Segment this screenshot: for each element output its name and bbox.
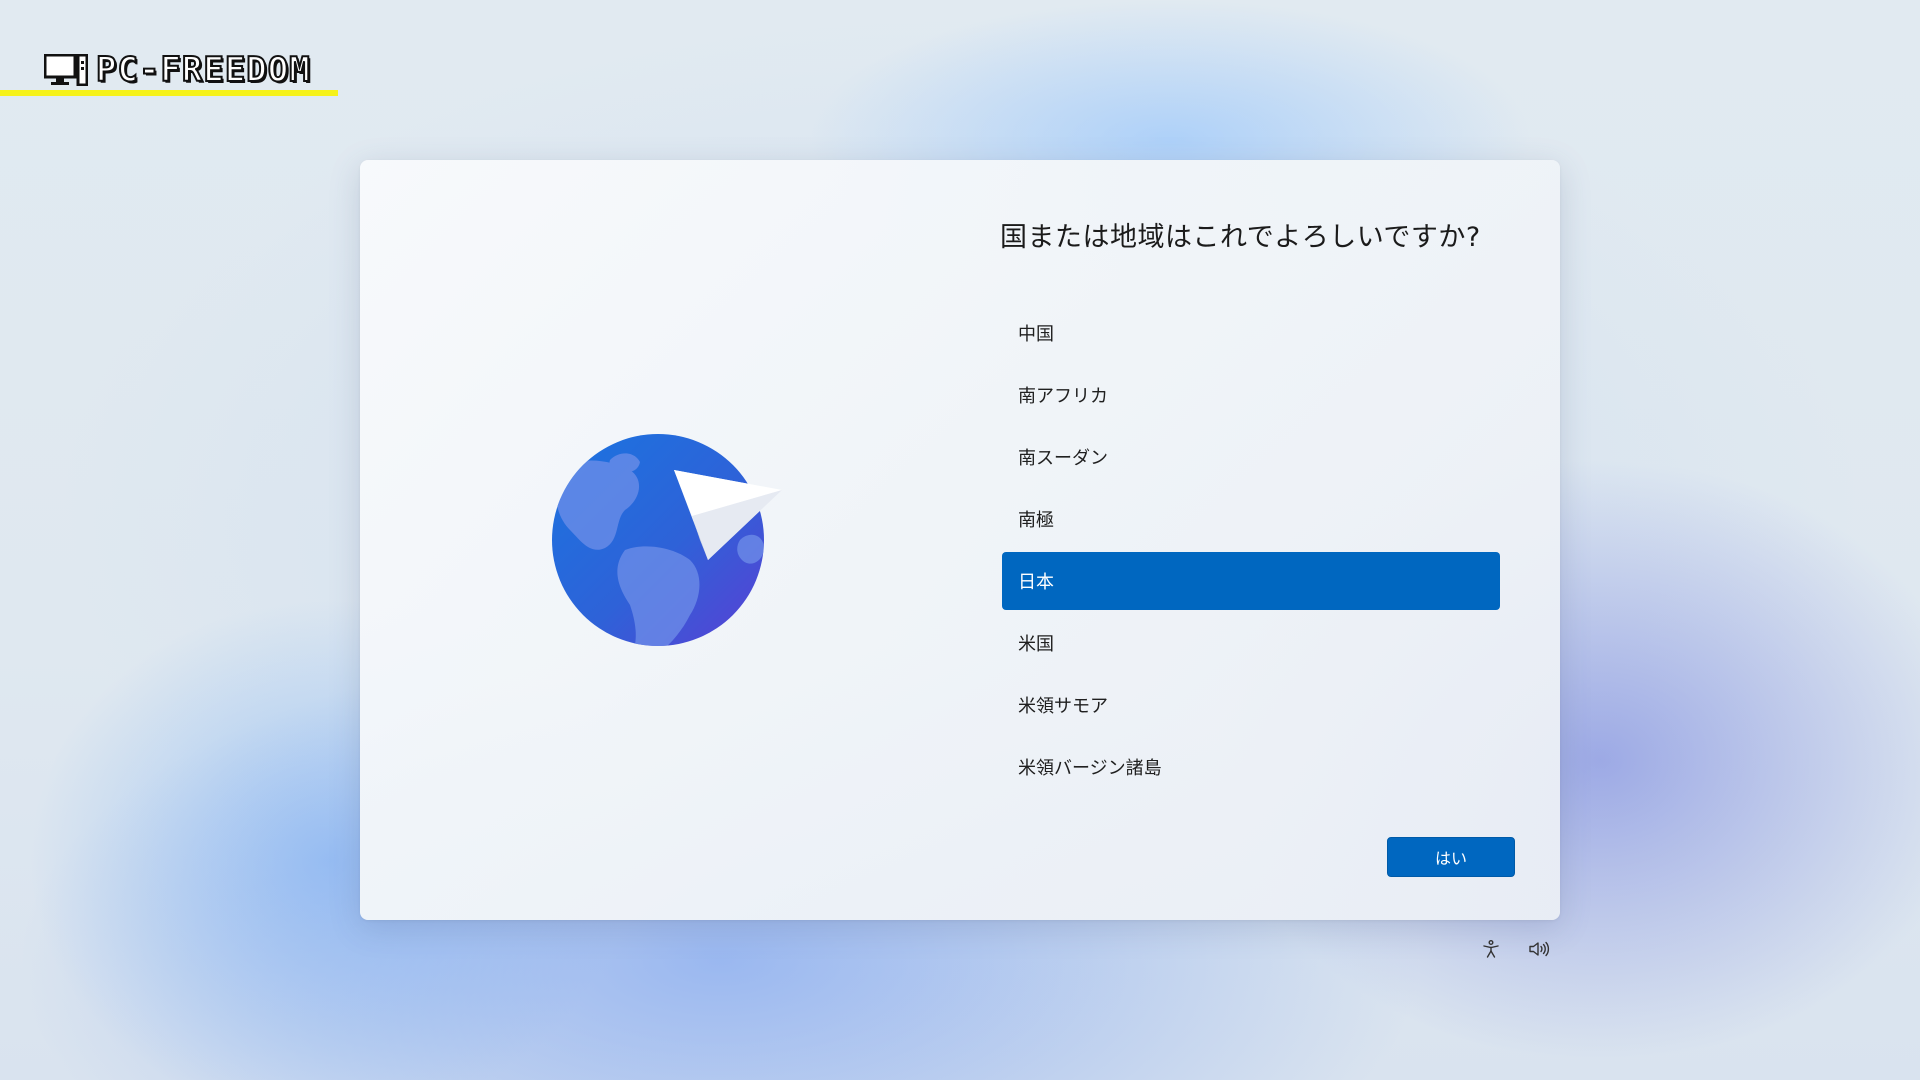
globe-paper-plane-icon	[550, 430, 800, 660]
page-title: 国または地域はこれでよろしいですか?	[1000, 222, 1481, 253]
list-item-united-states[interactable]: 米国	[1002, 614, 1500, 672]
logo-brand-text: PC-FREEDOM	[95, 49, 311, 91]
yes-button[interactable]: はい	[1387, 837, 1515, 877]
watermark-logo: PC-FREEDOM	[0, 49, 338, 98]
accessibility-icon[interactable]	[1478, 936, 1504, 962]
list-item-us-virgin-islands[interactable]: 米領バージン諸島	[1002, 738, 1500, 796]
list-item-south-sudan[interactable]: 南スーダン	[1002, 428, 1500, 486]
country-list[interactable]: 中国 南アフリカ 南スーダン 南極 日本 米国 米領サモア 米領バージン諸島	[1002, 304, 1500, 800]
volume-icon[interactable]	[1526, 936, 1552, 962]
list-item-japan-selected[interactable]: 日本	[1002, 552, 1500, 610]
list-item-american-samoa[interactable]: 米領サモア	[1002, 676, 1500, 734]
computer-icon	[44, 54, 88, 86]
list-item-south-africa[interactable]: 南アフリカ	[1002, 366, 1500, 424]
list-item-china[interactable]: 中国	[1002, 304, 1500, 362]
region-setup-dialog: 国または地域はこれでよろしいですか? 中国 南アフリカ 南スーダン 南極 日本 …	[360, 160, 1560, 920]
logo-underline	[0, 90, 338, 96]
list-item-antarctica[interactable]: 南極	[1002, 490, 1500, 548]
